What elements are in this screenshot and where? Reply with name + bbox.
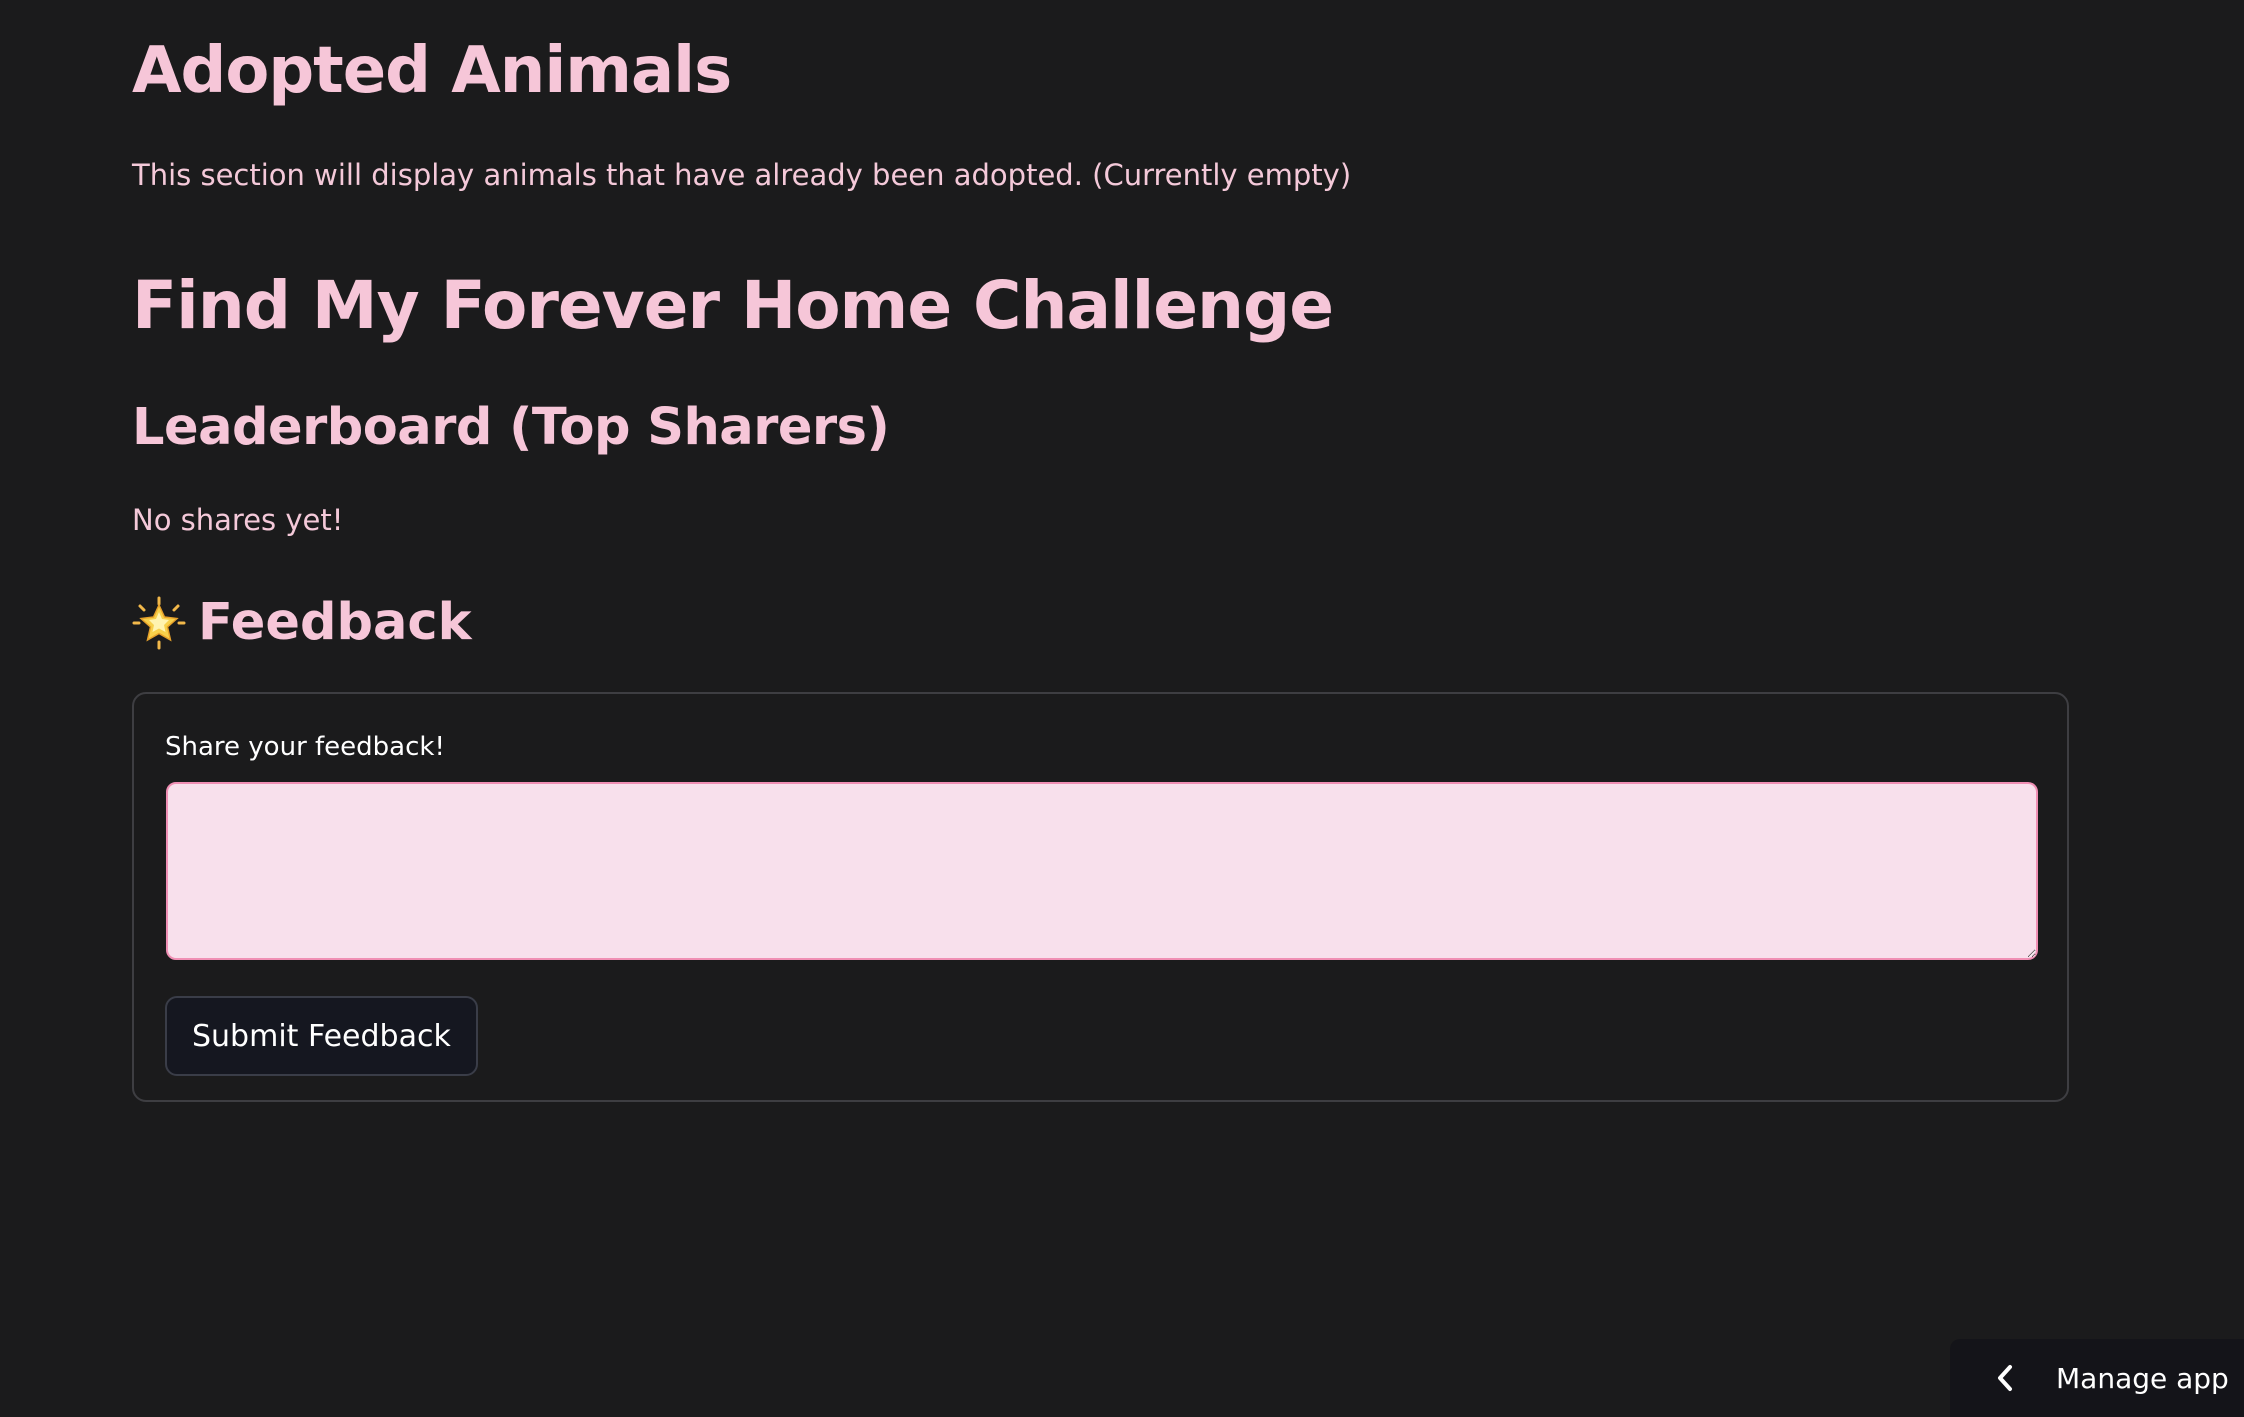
feedback-form: Share your feedback! Submit Feedback [132, 692, 2069, 1102]
feedback-heading-text: Feedback [198, 593, 472, 652]
adopted-animals-heading: Adopted Animals [132, 34, 732, 108]
chevron-left-icon [1994, 1363, 2016, 1393]
feedback-heading: Feedback [132, 593, 472, 652]
leaderboard-empty-text: No shares yet! [132, 503, 344, 537]
challenge-heading: Find My Forever Home Challenge [132, 267, 1334, 344]
leaderboard-heading: Leaderboard (Top Sharers) [132, 398, 890, 457]
app-page: Adopted Animals This section will displa… [0, 0, 2244, 1417]
submit-feedback-button[interactable]: Submit Feedback [165, 996, 478, 1076]
manage-app-label: Manage app [2056, 1361, 2229, 1395]
manage-app-button[interactable]: Manage app [1950, 1339, 2244, 1417]
feedback-textarea[interactable] [166, 782, 2038, 960]
feedback-label: Share your feedback! [165, 732, 445, 762]
glowing-star-icon [132, 596, 186, 650]
adopted-animals-description: This section will display animals that h… [132, 158, 1352, 192]
